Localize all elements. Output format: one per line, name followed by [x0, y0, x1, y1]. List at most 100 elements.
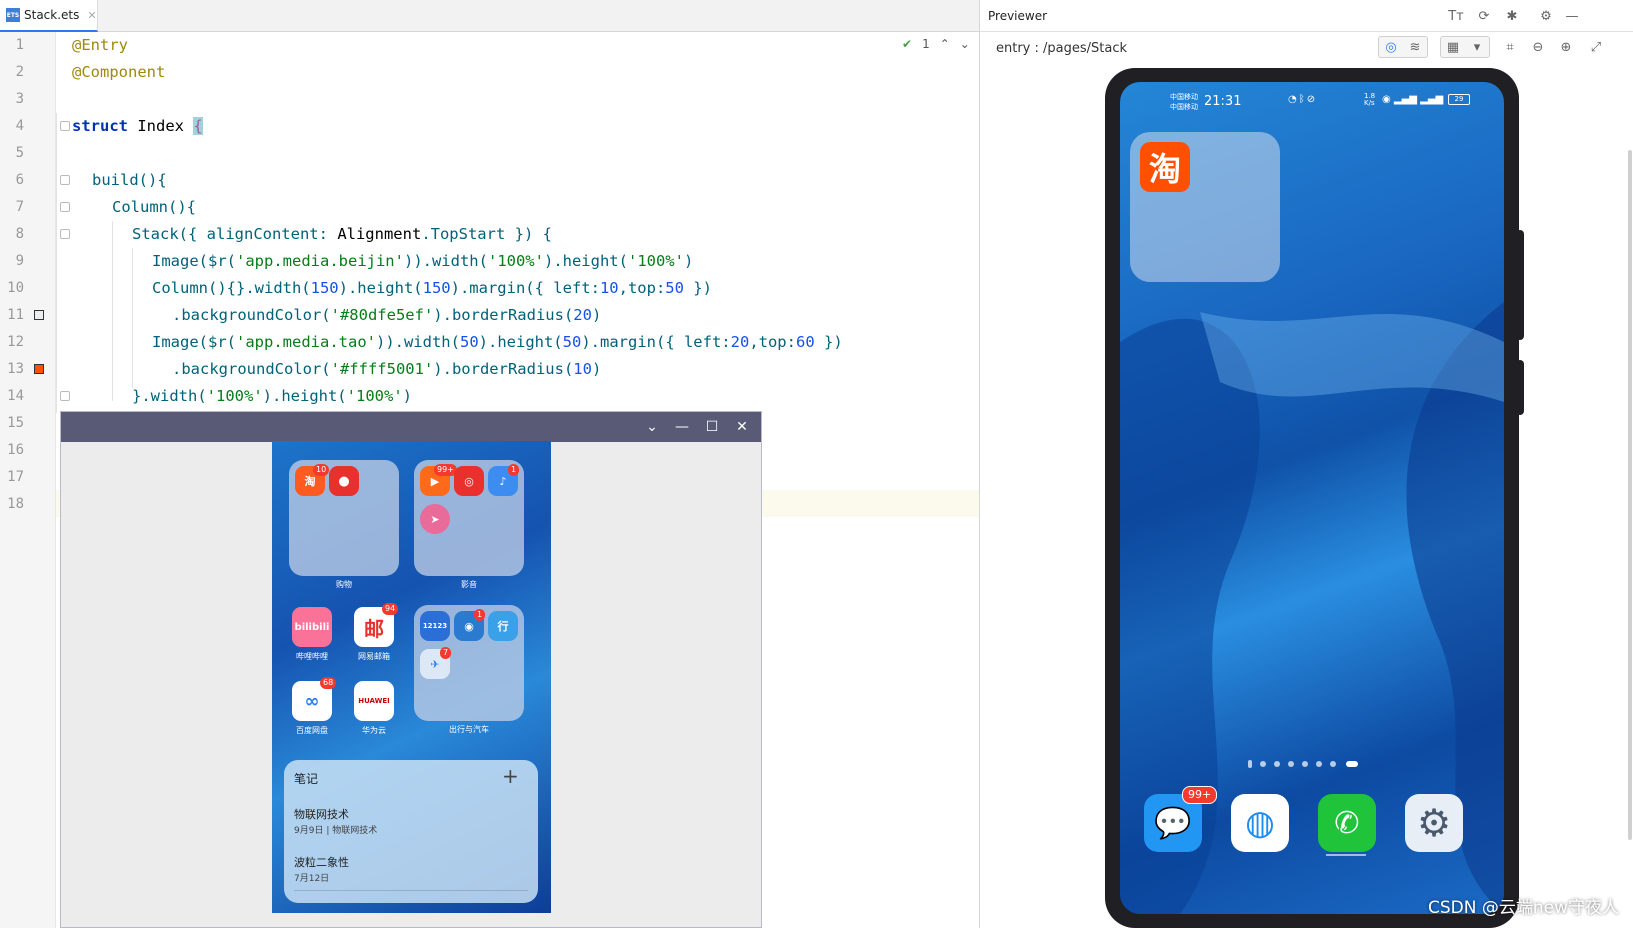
tao-image[interactable]: 淘	[1140, 142, 1190, 192]
dropdown-arrow-icon: ▾	[1473, 39, 1481, 55]
code-line-7: Column(){	[112, 198, 196, 216]
maximize-icon[interactable]: ☐	[703, 418, 721, 436]
fold-marker[interactable]	[60, 391, 70, 401]
close-tab-icon[interactable]: ✕	[87, 9, 96, 22]
code-token: })	[814, 333, 843, 351]
code-token: '100%'	[627, 252, 684, 270]
code-line-6: build(){	[92, 171, 167, 189]
line-number: 9	[15, 253, 24, 269]
color-swatch-folder[interactable]	[34, 310, 44, 320]
fold-marker[interactable]	[60, 202, 70, 212]
emulator-screen[interactable]: 淘 10 ● 购物 ▶ 99+ ◎ ♪ 1 ➤ 影音 bilibili 哔哩哔哩…	[272, 441, 551, 913]
jd-icon[interactable]: ●	[329, 466, 359, 496]
code-token: )).width(	[403, 252, 488, 270]
code-token: 50	[562, 333, 582, 351]
chevron-up-icon[interactable]: ⌃	[940, 37, 950, 51]
page-dot[interactable]	[1274, 761, 1280, 767]
settings-app[interactable]: ⚙	[1405, 794, 1463, 852]
tab-stack-ets[interactable]: ETS Stack.ets ✕	[0, 0, 98, 32]
chevron-down-icon[interactable]: ⌄	[960, 37, 970, 51]
code-token: Image($r(	[152, 252, 236, 270]
page-dot[interactable]	[1260, 761, 1266, 767]
nfc-icon: ◔	[1288, 94, 1299, 105]
page-dot[interactable]	[1302, 761, 1308, 767]
previewer-scrollbar[interactable]	[1628, 150, 1632, 840]
add-note-icon[interactable]: +	[502, 764, 519, 788]
zoom-out-icon[interactable]: ⊖	[1528, 37, 1548, 57]
messages-badge: 99+	[1182, 786, 1218, 804]
app-label: 百度网盘	[296, 726, 328, 735]
zoom-in-icon[interactable]: ⊕	[1556, 37, 1576, 57]
huawei-cloud-icon[interactable]: HUAWEI	[354, 681, 394, 721]
gear-icon[interactable]: ⚙	[1536, 6, 1556, 26]
inspector-icon[interactable]: ◎	[1381, 37, 1401, 57]
fold-marker[interactable]	[60, 229, 70, 239]
emulator-title-bar[interactable]: ⌄ — ☐ ✕	[61, 412, 761, 442]
note-item-title[interactable]: 波粒二象性	[294, 854, 349, 870]
page-dot-active[interactable]	[1346, 761, 1358, 767]
page-dot[interactable]	[1330, 761, 1336, 767]
rotate-icon[interactable]: ⌗	[1500, 37, 1520, 57]
code-token: '100%'	[206, 387, 263, 405]
code-token: ).margin({ left:	[450, 279, 600, 297]
code-token: ,top:	[618, 279, 666, 297]
code-token: )	[591, 306, 602, 324]
close-icon[interactable]: ✕	[733, 418, 751, 436]
fold-marker[interactable]	[60, 175, 70, 185]
folder-shopping[interactable]: 淘 10 ●	[289, 460, 399, 576]
line-number: 14	[7, 388, 24, 404]
minimize-icon[interactable]: —	[1562, 6, 1582, 26]
line-number: 5	[15, 145, 24, 161]
font-size-icon[interactable]: Tт	[1446, 6, 1466, 26]
layers-icon[interactable]: ≋	[1405, 37, 1425, 57]
code-token: ).height(	[338, 279, 423, 297]
notes-widget[interactable]: 笔记 + 物联网技术 9月9日 | 物联网技术 波粒二象性 7月12日	[284, 760, 538, 903]
folder-travel[interactable]: 12123 ◉ 1 行 ✈ 7	[414, 605, 524, 721]
minimize-icon[interactable]: —	[673, 418, 691, 436]
code-token: ).margin({ left:	[581, 333, 731, 351]
battery-icon: 29	[1448, 94, 1470, 105]
netease-music-icon[interactable]: ◎	[454, 466, 484, 496]
bilibili-icon[interactable]: bilibili	[292, 607, 332, 647]
send-icon[interactable]: ➤	[420, 504, 450, 534]
refresh-icon[interactable]: ⟳	[1474, 6, 1494, 26]
note-item-title[interactable]: 物联网技术	[294, 806, 349, 822]
page-dot[interactable]	[1316, 761, 1322, 767]
emulator-window[interactable]: ⌄ — ☐ ✕ 淘 10 ● 购物 ▶ 99+ ◎ ♪ 1 ➤ 影音 bilib…	[60, 411, 762, 928]
browser-app[interactable]: ◍	[1231, 794, 1289, 852]
chevron-down-icon[interactable]: ⌄	[643, 418, 661, 436]
bug-icon[interactable]: ✱	[1502, 6, 1522, 26]
go-icon[interactable]: 行	[488, 611, 518, 641]
page-dot[interactable]	[1248, 760, 1252, 768]
road-12123-icon[interactable]: 12123	[420, 611, 450, 641]
code-token: 'app.media.tao'	[236, 333, 376, 351]
code-line-14: }.width('100%').height('100%')	[132, 383, 412, 410]
code-line-11: .backgroundColor('#80dfe5ef').borderRadi…	[172, 302, 601, 329]
chat-bubble-icon: 💬	[1154, 805, 1192, 841]
indent-guide	[112, 221, 113, 401]
previewer-panel[interactable]: Previewer Tт ⟳ ✱ ⚙ — entry : /pages/Stac…	[979, 0, 1633, 928]
fold-marker[interactable]	[60, 121, 70, 131]
page-dot[interactable]	[1288, 761, 1294, 767]
folder-label: 出行与汽车	[449, 725, 489, 734]
tab-label: Stack.ets	[24, 8, 80, 22]
code-token: ,top:	[749, 333, 796, 351]
phone-app[interactable]: ✆	[1318, 794, 1376, 852]
divider	[294, 890, 528, 891]
fit-screen-icon[interactable]: ⤢	[1586, 37, 1606, 57]
code-token: '100%'	[346, 387, 403, 405]
code-line-8: Stack({ alignContent: Alignment.TopStart…	[132, 221, 552, 248]
folder-media[interactable]: ▶ 99+ ◎ ♪ 1 ➤	[414, 460, 524, 576]
color-swatch-tao[interactable]	[34, 364, 44, 374]
device-select[interactable]: ▦ ▾	[1440, 36, 1490, 58]
device-frame: 中国移动 中国移动 21:31 ◔ᛒ⊘ 1.8 K/s ◉ ▂▄▆ ▂▄▆ 29…	[1105, 68, 1519, 928]
line-number: 13	[7, 361, 24, 377]
device-screen[interactable]: 中国移动 中国移动 21:31 ◔ᛒ⊘ 1.8 K/s ◉ ▂▄▆ ▂▄▆ 29…	[1120, 82, 1504, 914]
inspection-count: 1	[922, 37, 930, 51]
inspection-widget[interactable]: ✔ 1 ⌃ ⌄	[902, 37, 970, 51]
ets-file-icon: ETS	[6, 8, 20, 22]
previewer-header: Previewer Tт ⟳ ✱ ⚙ —	[980, 0, 1633, 32]
code-token: Column(){}.width(	[152, 279, 311, 297]
code-token: '100%'	[487, 252, 544, 270]
railway-badge: 1	[474, 609, 486, 621]
